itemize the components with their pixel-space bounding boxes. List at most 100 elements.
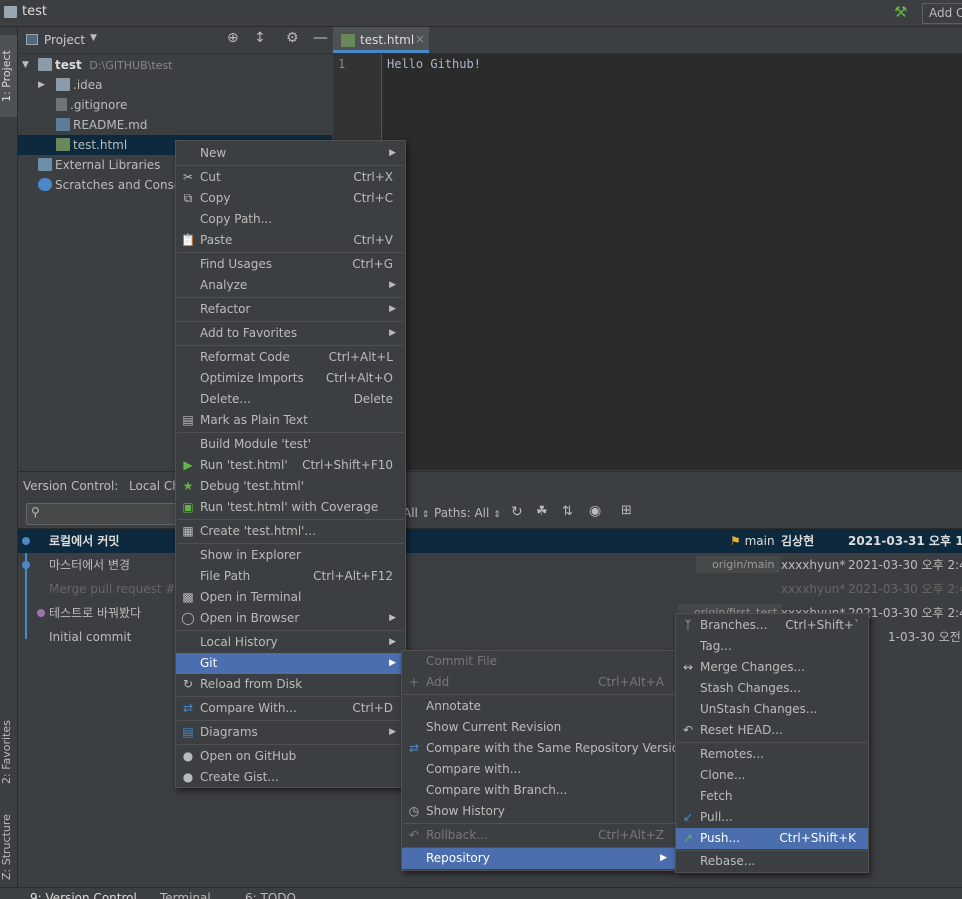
menu-item-remotes[interactable]: Remotes...: [676, 744, 868, 765]
menu-item-local-history[interactable]: Local History ▶: [176, 632, 405, 653]
menu-item-compare-with[interactable]: Compare with...: [402, 759, 676, 780]
menu-item-compare-with-branch[interactable]: Compare with Branch...: [402, 780, 676, 801]
stripe-tab-project[interactable]: 1: Project: [0, 35, 17, 117]
menu-item-clone[interactable]: Clone...: [676, 765, 868, 786]
menu-item-debug[interactable]: ★ Debug 'test.html': [176, 476, 405, 497]
menu-item-copy-path[interactable]: Copy Path...: [176, 209, 405, 230]
menu-item-show-history[interactable]: ◷ Show History: [402, 801, 676, 822]
menu-item-branches[interactable]: ᛉ Branches... Ctrl+Shift+`: [676, 615, 868, 636]
menu-item-show-in-explorer[interactable]: Show in Explorer: [176, 545, 405, 566]
menu-item-label: Refactor: [200, 302, 251, 316]
code-line[interactable]: Hello Github!: [387, 57, 481, 71]
menu-item-copy[interactable]: ⧉ Copy Ctrl+C: [176, 188, 405, 209]
chevron-right-icon[interactable]: ▶: [38, 75, 45, 95]
commit-row[interactable]: 로컬에서 커밋 ⚑ main 김상현 2021-03-31 오후 1:0: [18, 529, 962, 553]
menu-item-pull[interactable]: ↙ Pull...: [676, 807, 868, 828]
menu-separator: [177, 696, 404, 697]
menu-item-commit-file[interactable]: Commit File: [402, 651, 676, 672]
gear-icon[interactable]: ⚙: [286, 30, 299, 46]
diagram-icon: ▤: [182, 725, 194, 739]
menu-item-annotate[interactable]: Annotate: [402, 696, 676, 717]
build-hammer-icon[interactable]: ⚒: [894, 3, 907, 21]
collapse-all-icon[interactable]: ↕: [254, 30, 266, 46]
menu-item-open-browser[interactable]: ◯ Open in Browser ▶: [176, 608, 405, 629]
menu-item-paste[interactable]: 📋 Paste Ctrl+V: [176, 230, 405, 251]
menu-item-run[interactable]: ▶ Run 'test.html' Ctrl+Shift+F10: [176, 455, 405, 476]
code-editor[interactable]: 1 Hello Github!: [333, 54, 962, 470]
menu-item-cut[interactable]: ✂ Cut Ctrl+X: [176, 167, 405, 188]
commit-row[interactable]: Merge pull request #1 f xxxxhyun* 2021-0…: [18, 577, 962, 601]
chevron-right-icon: ▶: [389, 613, 396, 623]
branch-tag: ⚑ main: [730, 529, 775, 553]
chevron-down-icon[interactable]: ▼: [90, 33, 97, 43]
tree-item-wrap: test.html: [56, 135, 127, 155]
menu-item-open-terminal[interactable]: ▩ Open in Terminal: [176, 587, 405, 608]
menu-item-reformat-code[interactable]: Reformat Code Ctrl+Alt+L: [176, 347, 405, 368]
menu-item-refactor[interactable]: Refactor ▶: [176, 299, 405, 320]
menu-item-git[interactable]: Git ▶: [176, 653, 405, 674]
menu-item-run-coverage[interactable]: ▣ Run 'test.html' with Coverage: [176, 497, 405, 518]
menu-item-file-path[interactable]: File Path Ctrl+Alt+F12: [176, 566, 405, 587]
menu-item-label: Push...: [700, 831, 740, 845]
menu-item-label: Compare with Branch...: [426, 783, 568, 797]
tree-item-readme[interactable]: README.md: [18, 115, 332, 135]
menu-item-tag[interactable]: Tag...: [676, 636, 868, 657]
editor-tab-test-html[interactable]: test.html ×: [333, 27, 429, 53]
tree-item-gitignore[interactable]: .gitignore: [18, 95, 332, 115]
vc-search-input[interactable]: ⚲: [26, 503, 178, 525]
add-configuration-button[interactable]: Add C: [922, 3, 962, 24]
filter-user-dropdown[interactable]: All ⇕: [403, 506, 429, 520]
menu-item-new[interactable]: New ▶: [176, 143, 405, 164]
menu-item-stash-changes[interactable]: Stash Changes...: [676, 678, 868, 699]
menu-item-analyze[interactable]: Analyze ▶: [176, 275, 405, 296]
menu-item-repository[interactable]: Repository ▶: [402, 848, 676, 869]
menu-item-shortcut: Ctrl+Alt+O: [325, 371, 393, 385]
chevron-down-icon[interactable]: ▼: [22, 55, 29, 75]
menu-item-delete[interactable]: Delete... Delete: [176, 389, 405, 410]
menu-item-create-config[interactable]: ▦ Create 'test.html'...: [176, 521, 405, 542]
menu-item-shortcut: Ctrl+Shift+`: [785, 618, 860, 632]
tree-item-root[interactable]: ▼ test D:\GITHUB\test: [18, 55, 332, 75]
menu-item-label: Rebase...: [700, 854, 756, 868]
menu-item-optimize-imports[interactable]: Optimize Imports Ctrl+Alt+O: [176, 368, 405, 389]
vc-tab-local-changes[interactable]: Local Ch: [129, 479, 180, 493]
menu-item-rebase[interactable]: Rebase...: [676, 851, 868, 872]
menu-item-reload-from-disk[interactable]: ↻ Reload from Disk: [176, 674, 405, 695]
menu-item-push[interactable]: ↗ Push... Ctrl+Shift+K: [676, 828, 868, 849]
menu-item-mark-plain-text[interactable]: ▤ Mark as Plain Text: [176, 410, 405, 431]
menu-item-build-module[interactable]: Build Module 'test': [176, 434, 405, 455]
menu-item-unstash-changes[interactable]: UnStash Changes...: [676, 699, 868, 720]
project-view-selector[interactable]: Project: [44, 33, 85, 47]
stripe-tab-structure[interactable]: Z: Structure: [0, 797, 17, 897]
tree-item-label: Scratches and Console: [55, 178, 192, 192]
eye-icon[interactable]: ◉: [589, 503, 601, 519]
locate-icon[interactable]: ⊕: [227, 30, 239, 46]
menu-item-show-current-revision[interactable]: Show Current Revision: [402, 717, 676, 738]
menu-item-compare-same-repo[interactable]: ⇄ Compare with the Same Repository Versio…: [402, 738, 687, 759]
refresh-icon[interactable]: ↻: [511, 504, 523, 520]
new-tab-icon[interactable]: ⊞: [621, 503, 632, 518]
close-icon[interactable]: ×: [415, 32, 425, 46]
menu-item-label: Run 'test.html': [200, 458, 288, 472]
menu-item-fetch[interactable]: Fetch: [676, 786, 868, 807]
window-title: test: [22, 4, 47, 19]
menu-item-compare-with[interactable]: ⇄ Compare With... Ctrl+D: [176, 698, 405, 719]
cherry-pick-icon[interactable]: ☘: [536, 504, 548, 519]
menu-item-create-gist[interactable]: ● Create Gist...: [176, 767, 405, 788]
collapse-linear-icon[interactable]: ⇅: [562, 504, 573, 519]
stripe-tab-favorites[interactable]: 2: Favorites: [0, 697, 17, 807]
hide-panel-icon[interactable]: —: [313, 28, 328, 46]
menu-item-add[interactable]: + Add Ctrl+Alt+A: [402, 672, 676, 693]
menu-item-find-usages[interactable]: Find Usages Ctrl+G: [176, 254, 405, 275]
menu-item-rollback[interactable]: ↶ Rollback... Ctrl+Alt+Z: [402, 825, 676, 846]
filter-paths-dropdown[interactable]: Paths: All ⇕: [434, 506, 501, 520]
menu-item-add-to-favorites[interactable]: Add to Favorites ▶: [176, 323, 405, 344]
menu-item-reset-head[interactable]: ↶ Reset HEAD...: [676, 720, 868, 741]
commit-row[interactable]: 마스터에서 변경 origin/main xxxxhyun* 2021-03-3…: [18, 553, 962, 577]
menu-item-diagrams[interactable]: ▤ Diagrams ▶: [176, 722, 405, 743]
menu-item-merge-changes[interactable]: ↭ Merge Changes...: [676, 657, 868, 678]
menu-item-open-on-github[interactable]: ● Open on GitHub: [176, 746, 405, 767]
menu-item-label: Create 'test.html'...: [200, 524, 316, 538]
tree-item-idea[interactable]: ▶ .idea: [18, 75, 332, 95]
menu-item-label: Compare With...: [200, 701, 297, 715]
